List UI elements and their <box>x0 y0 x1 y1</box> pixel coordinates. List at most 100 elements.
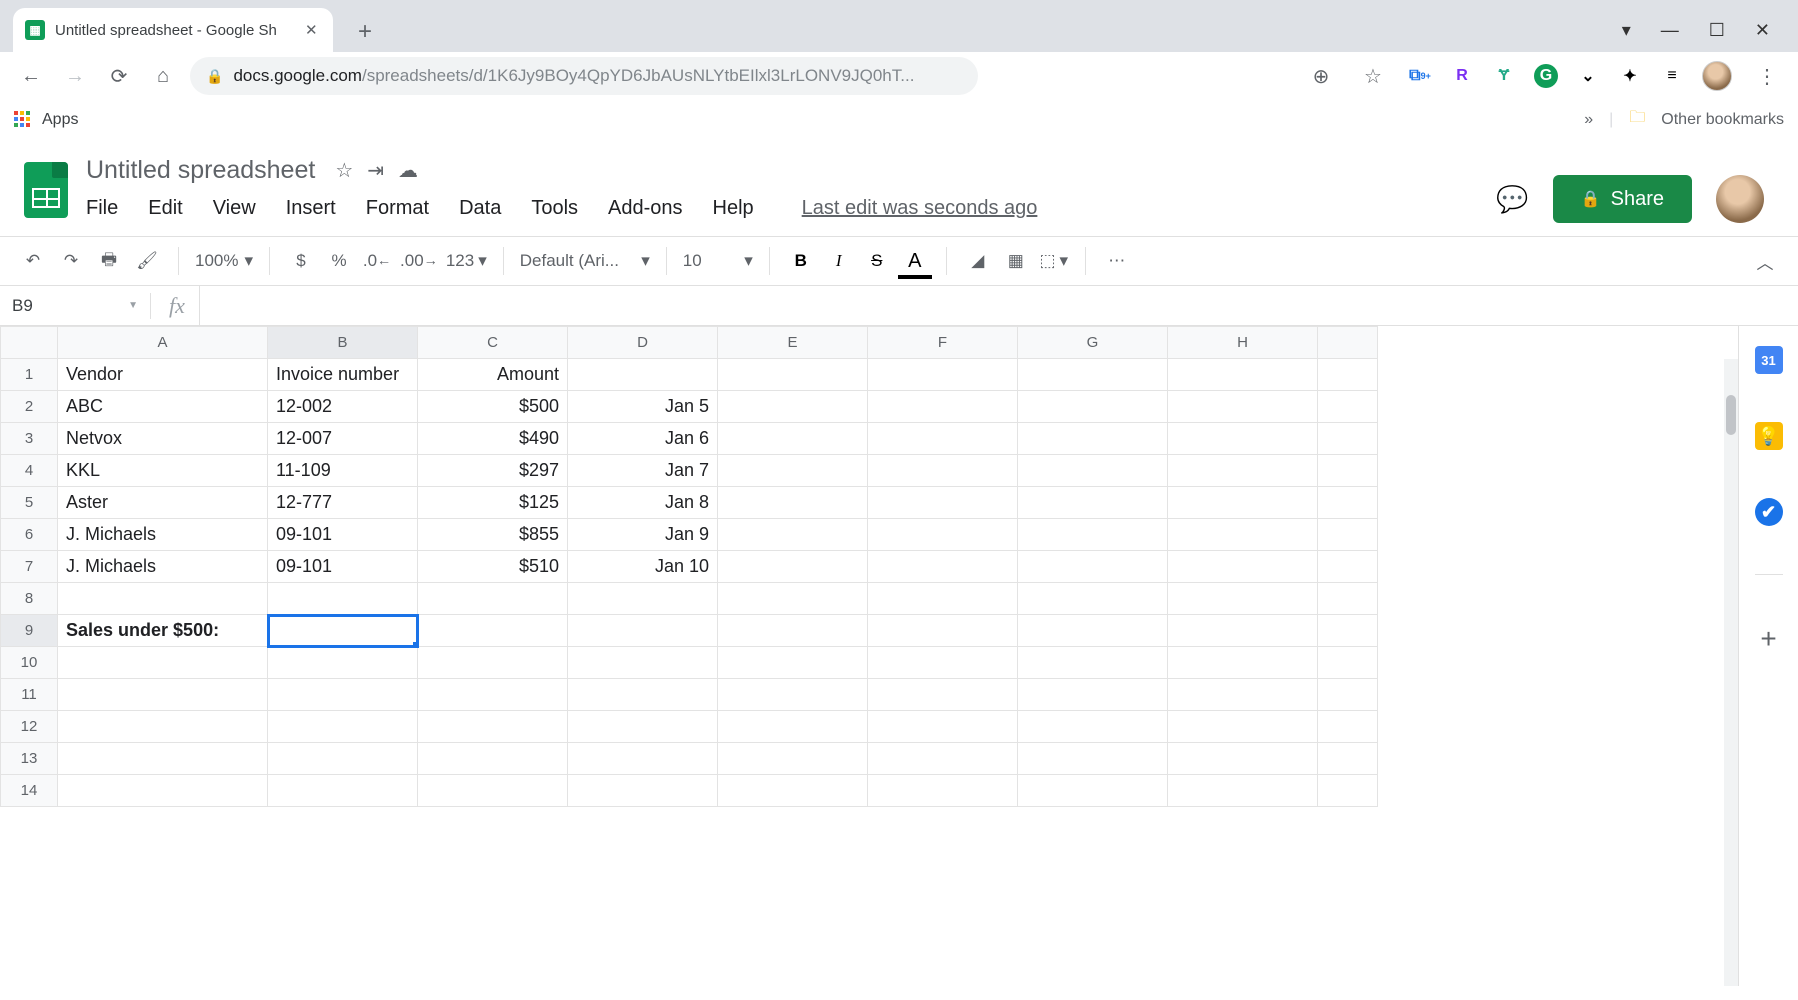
cell-G14[interactable] <box>1018 775 1168 807</box>
borders-button[interactable]: ▦ <box>1001 246 1031 276</box>
cell-B7[interactable]: 09-101 <box>268 551 418 583</box>
number-format-dropdown[interactable]: 123▾ <box>446 246 487 276</box>
cell-E13[interactable] <box>718 743 868 775</box>
fill-color-button[interactable]: ◢ <box>963 246 993 276</box>
cell-H4[interactable] <box>1168 455 1318 487</box>
menu-insert[interactable]: Insert <box>286 197 336 220</box>
cell-overflow[interactable] <box>1318 551 1378 583</box>
cell-E11[interactable] <box>718 679 868 711</box>
maximize-icon[interactable]: ☐ <box>1709 20 1725 41</box>
cell-G8[interactable] <box>1018 583 1168 615</box>
cell-A5[interactable]: Aster <box>58 487 268 519</box>
vertical-scrollbar[interactable] <box>1724 359 1738 986</box>
new-tab-button[interactable]: + <box>345 12 385 52</box>
bold-button[interactable]: B <box>786 246 816 276</box>
cell-D14[interactable] <box>568 775 718 807</box>
cell-B3[interactable]: 12-007 <box>268 423 418 455</box>
other-bookmarks-label[interactable]: Other bookmarks <box>1661 111 1784 129</box>
cell-H12[interactable] <box>1168 711 1318 743</box>
cell-A12[interactable] <box>58 711 268 743</box>
column-header-D[interactable]: D <box>568 327 718 359</box>
cell-overflow[interactable] <box>1318 647 1378 679</box>
star-icon[interactable]: ☆ <box>335 158 353 183</box>
cell-B1[interactable]: Invoice number <box>268 359 418 391</box>
cell-F8[interactable] <box>868 583 1018 615</box>
cell-C2[interactable]: $500 <box>418 391 568 423</box>
cell-F12[interactable] <box>868 711 1018 743</box>
account-avatar[interactable] <box>1716 175 1764 223</box>
font-family-dropdown[interactable]: Default (Ari...▾ <box>520 246 650 276</box>
browser-tab[interactable]: ▦ Untitled spreadsheet - Google Sh ✕ <box>13 8 333 52</box>
cell-D10[interactable] <box>568 647 718 679</box>
cell-C11[interactable] <box>418 679 568 711</box>
cell-A6[interactable]: J. Michaels <box>58 519 268 551</box>
cell-overflow[interactable] <box>1318 743 1378 775</box>
menu-tools[interactable]: Tools <box>531 197 578 220</box>
cell-E4[interactable] <box>718 455 868 487</box>
cell-D13[interactable] <box>568 743 718 775</box>
cell-D7[interactable]: Jan 10 <box>568 551 718 583</box>
apps-label[interactable]: Apps <box>42 111 78 129</box>
cell-C12[interactable] <box>418 711 568 743</box>
cell-D5[interactable]: Jan 8 <box>568 487 718 519</box>
cell-overflow[interactable] <box>1318 359 1378 391</box>
name-box[interactable]: B9 ▼ <box>0 296 150 316</box>
menu-addons[interactable]: Add-ons <box>608 197 683 220</box>
column-header-H[interactable]: H <box>1168 327 1318 359</box>
cell-H8[interactable] <box>1168 583 1318 615</box>
menu-file[interactable]: File <box>86 197 118 220</box>
cell-E12[interactable] <box>718 711 868 743</box>
cell-C5[interactable]: $125 <box>418 487 568 519</box>
cell-C3[interactable]: $490 <box>418 423 568 455</box>
format-currency-button[interactable]: $ <box>286 246 316 276</box>
cell-A8[interactable] <box>58 583 268 615</box>
cell-F5[interactable] <box>868 487 1018 519</box>
reload-button[interactable]: ⟳ <box>102 59 136 93</box>
row-header-6[interactable]: 6 <box>1 519 58 551</box>
menu-format[interactable]: Format <box>366 197 429 220</box>
cell-E9[interactable] <box>718 615 868 647</box>
cell-E7[interactable] <box>718 551 868 583</box>
row-header-11[interactable]: 11 <box>1 679 58 711</box>
cell-overflow[interactable] <box>1318 679 1378 711</box>
cell-A1[interactable]: Vendor <box>58 359 268 391</box>
menu-help[interactable]: Help <box>713 197 754 220</box>
cell-E2[interactable] <box>718 391 868 423</box>
cell-H14[interactable] <box>1168 775 1318 807</box>
select-all-corner[interactable] <box>1 327 58 359</box>
cell-A13[interactable] <box>58 743 268 775</box>
cell-G10[interactable] <box>1018 647 1168 679</box>
row-header-14[interactable]: 14 <box>1 775 58 807</box>
font-size-dropdown[interactable]: 10▾ <box>683 246 753 276</box>
cell-C1[interactable]: Amount <box>418 359 568 391</box>
cell-overflow[interactable] <box>1318 583 1378 615</box>
cell-B2[interactable]: 12-002 <box>268 391 418 423</box>
zoom-icon[interactable]: ⊕ <box>1304 59 1338 93</box>
row-header-10[interactable]: 10 <box>1 647 58 679</box>
cell-B14[interactable] <box>268 775 418 807</box>
comments-icon[interactable]: 💬 <box>1496 184 1528 215</box>
cell-E14[interactable] <box>718 775 868 807</box>
document-title[interactable]: Untitled spreadsheet <box>82 154 319 187</box>
cell-G2[interactable] <box>1018 391 1168 423</box>
apps-grid-icon[interactable] <box>14 111 32 129</box>
cell-B5[interactable]: 12-777 <box>268 487 418 519</box>
extension-icon-1[interactable]: ⧉9+ <box>1408 64 1432 88</box>
column-header-A[interactable]: A <box>58 327 268 359</box>
cell-H3[interactable] <box>1168 423 1318 455</box>
sheets-logo[interactable] <box>20 154 72 226</box>
cell-G1[interactable] <box>1018 359 1168 391</box>
cell-B9[interactable] <box>268 615 418 647</box>
cell-B13[interactable] <box>268 743 418 775</box>
cell-D1[interactable] <box>568 359 718 391</box>
row-header-8[interactable]: 8 <box>1 583 58 615</box>
row-header-3[interactable]: 3 <box>1 423 58 455</box>
row-header-2[interactable]: 2 <box>1 391 58 423</box>
last-edit-link[interactable]: Last edit was seconds ago <box>802 197 1038 220</box>
undo-button[interactable]: ↶ <box>18 246 48 276</box>
cell-A11[interactable] <box>58 679 268 711</box>
cell-E1[interactable] <box>718 359 868 391</box>
cell-G7[interactable] <box>1018 551 1168 583</box>
format-percent-button[interactable]: % <box>324 246 354 276</box>
cell-D4[interactable]: Jan 7 <box>568 455 718 487</box>
